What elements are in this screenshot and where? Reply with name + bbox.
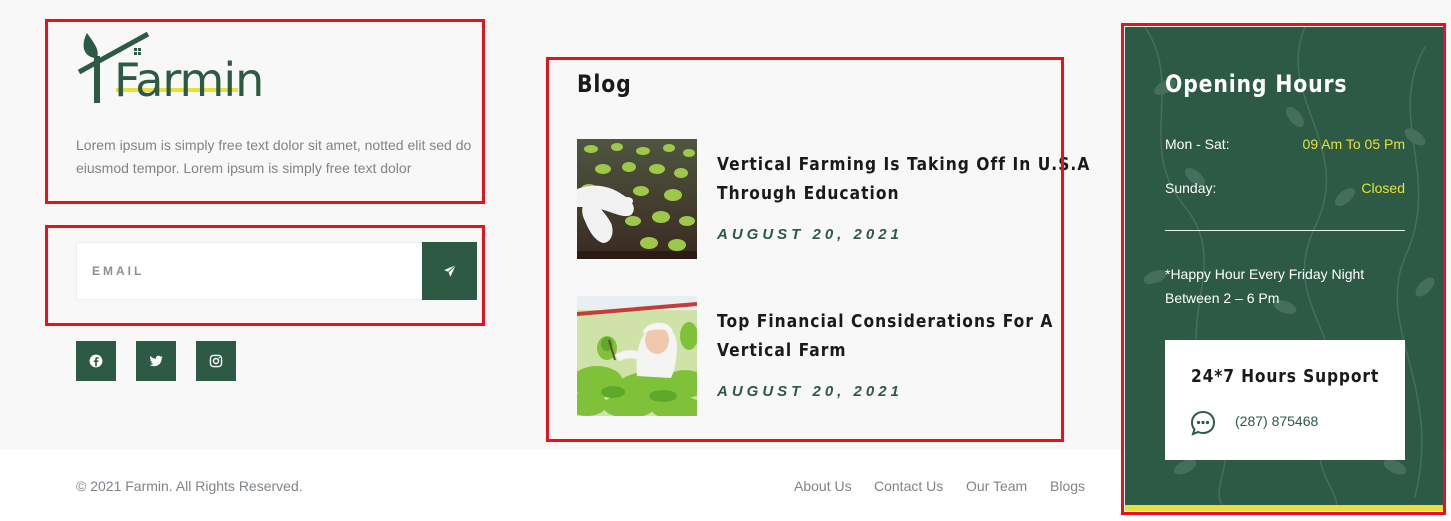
highlight-box-hours (1121, 23, 1446, 515)
instagram-icon (209, 354, 223, 368)
footer-link-about-us[interactable]: About Us (794, 478, 852, 494)
footer-link-our-team[interactable]: Our Team (966, 478, 1027, 494)
highlight-box-blog (546, 57, 1064, 442)
highlight-box-email (45, 225, 485, 326)
footer-link-blogs[interactable]: Blogs (1050, 478, 1085, 494)
footer-link-contact-us[interactable]: Contact Us (874, 478, 943, 494)
highlight-box-logo (45, 19, 485, 204)
facebook-button[interactable] (76, 341, 116, 381)
instagram-button[interactable] (196, 341, 236, 381)
twitter-button[interactable] (136, 341, 176, 381)
copyright-text: © 2021 Farmin. All Rights Reserved. (76, 478, 303, 494)
twitter-icon (149, 355, 163, 367)
facebook-icon (89, 354, 103, 368)
